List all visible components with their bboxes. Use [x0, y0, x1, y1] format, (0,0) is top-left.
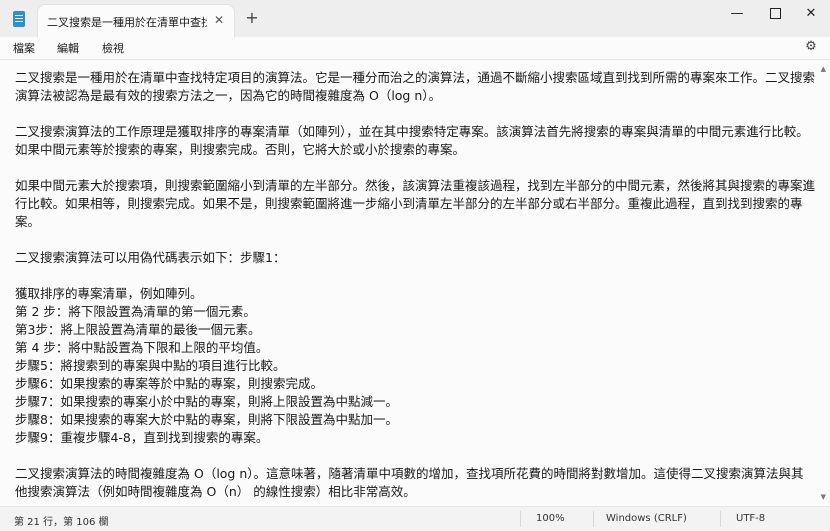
text-line: 二叉搜索是一種用於在清單中查找特定項目的演算法。它是一種分而治之的演算法，通過不… — [15, 70, 816, 103]
menu-view[interactable]: 檢視 — [102, 40, 124, 56]
text-line: 二叉搜索演算法的時間複雜度為 O（log n）。這意味著，隨著清單中項數的增加，… — [15, 466, 804, 499]
new-tab-button[interactable]: + — [244, 10, 260, 26]
scroll-down-icon[interactable]: ▼ — [821, 493, 826, 501]
text-line: 二叉搜索演算法可以用偽代碼表示如下：步驟1： — [15, 250, 286, 265]
menu-bar: 檔案 編輯 檢視 ⚙ — [0, 37, 830, 59]
text-line: 步驟9：重複步驟4-8，直到找到搜索的專案。 — [15, 430, 269, 445]
status-divider — [520, 511, 521, 527]
text-line: 第3步：將上限設置為清單的最後一個元素。 — [15, 322, 261, 337]
zoom-level[interactable]: 100% — [536, 513, 565, 524]
notepad-icon — [13, 11, 25, 27]
document-tab[interactable]: 二叉搜索是一種用於在清單中查找特 ✕ — [38, 5, 234, 37]
text-line: 獲取排序的專案清單，例如陣列。 — [15, 286, 203, 301]
status-bar: 第 21 行，第 106 欄 100% Windows (CRLF) UTF-8 — [0, 507, 830, 531]
encoding[interactable]: UTF-8 — [736, 513, 765, 524]
tab-title: 二叉搜索是一種用於在清單中查找特 — [47, 16, 207, 29]
gear-icon[interactable]: ⚙ — [804, 40, 818, 54]
text-line: 步驟7：如果搜索的專案小於中點的專案，則將上限設置為中點減一。 — [15, 394, 398, 409]
tab-close-icon[interactable]: ✕ — [212, 13, 226, 27]
title-bar: 二叉搜索是一種用於在清單中查找特 ✕ + — ✕ — [0, 0, 830, 37]
text-line: 步驟8：如果搜索的專案大於中點的專案，則將下限設置為中點加一。 — [15, 412, 398, 427]
text-line: 步驟5：將搜索到的專案與中點的項目進行比較。 — [15, 358, 286, 373]
text-line: 二叉搜索演算法的工作原理是獲取排序的專案清單（如陣列），並在其中搜索特定專案。該… — [15, 124, 809, 157]
menu-file[interactable]: 檔案 — [13, 40, 35, 56]
maximize-icon — [769, 8, 781, 19]
close-button[interactable]: ✕ — [788, 0, 830, 30]
text-line: 如果中間元素大於搜索項，則搜索範圍縮小到清單的左半部分。然後，該演算法重複該過程… — [15, 178, 816, 229]
scroll-up-icon[interactable]: ▲ — [821, 65, 826, 73]
document-content[interactable]: 二叉搜索是一種用於在清單中查找特定項目的演算法。它是一種分而治之的演算法，通過不… — [15, 69, 815, 501]
status-divider — [593, 511, 594, 527]
text-line: 第 2 步：將下限設置為清單的第一個元素。 — [15, 304, 256, 319]
text-editor[interactable]: 二叉搜索是一種用於在清單中查找特定項目的演算法。它是一種分而治之的演算法，通過不… — [0, 59, 830, 507]
status-divider — [720, 511, 721, 527]
cursor-position[interactable]: 第 21 行，第 106 欄 — [14, 513, 109, 528]
vertical-scrollbar[interactable]: ▲ ▼ — [821, 63, 829, 503]
text-line: 第 4 步：將中點設置為下限和上限的平均值。 — [15, 340, 269, 355]
menu-edit[interactable]: 編輯 — [57, 40, 79, 56]
text-line: 步驟6：如果搜索的專案等於中點的專案，則搜索完成。 — [15, 376, 323, 391]
line-ending[interactable]: Windows (CRLF) — [606, 513, 687, 524]
